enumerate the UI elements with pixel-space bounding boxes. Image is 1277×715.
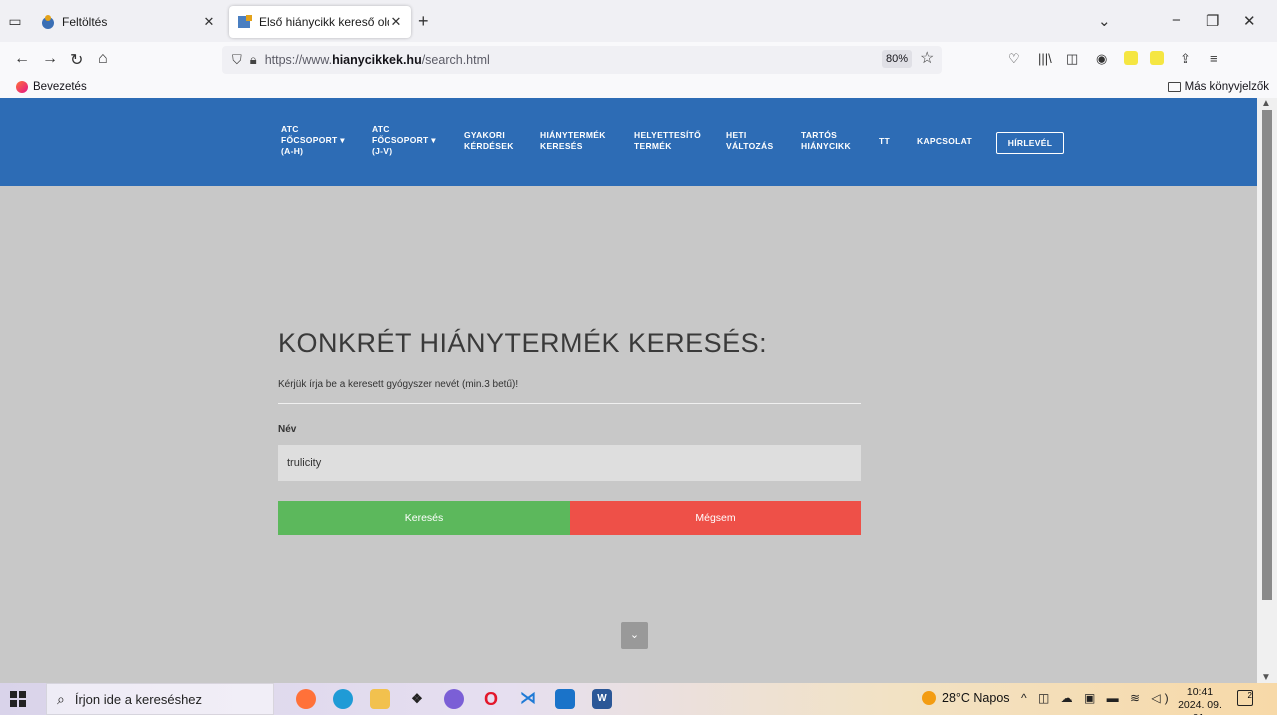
system-tray-icons[interactable]: ^ ◫ ☁ ▣ ▬ ≋ ◁) [1021, 691, 1173, 705]
name-input[interactable] [278, 445, 861, 481]
url-prefix: https://www. [264, 53, 333, 67]
home-icon[interactable]: ⌂ [98, 50, 108, 68]
divider [278, 403, 861, 404]
lock-icon[interactable]: 🔒︎ [250, 52, 257, 68]
menu-shortage-search[interactable]: HIÁNYTERMÉK KERESÉS [540, 130, 606, 152]
menu-atc-j-v[interactable]: ATC FŐCSOPORT ▾ (J-V) [372, 124, 436, 157]
taskbar-search-placeholder: Írjon ide a kereséshez [74, 691, 203, 707]
account-icon[interactable]: ◉ [1096, 51, 1107, 67]
site-header: ATC FŐCSOPORT ▾ (A-H) ATC FŐCSOPORT ▾ (J… [0, 98, 1257, 186]
page-favicon-icon [238, 15, 252, 28]
shield-icon[interactable]: ⛉ [232, 52, 242, 68]
browser-nav-bar: ← → ↻ ⌂ ⛉ 🔒︎ https://www. hianycikkek.hu… [0, 42, 1277, 78]
opera-icon[interactable]: O [481, 689, 501, 709]
mail-icon[interactable] [555, 689, 575, 709]
vscode-icon[interactable]: ⋊ [518, 689, 538, 709]
search-icon: ⌕ [57, 690, 65, 707]
tab-hianycikk[interactable]: Első hiánycikk kereső oldal ✕ [229, 6, 411, 38]
weather-widget[interactable]: 28°C Napos [922, 691, 1010, 705]
menu-faq[interactable]: GYAKORI KÉRDÉSEK [464, 130, 514, 152]
site-favicon-icon [42, 15, 54, 29]
menu-long-term-shortage[interactable]: TARTÓS HIÁNYCIKK [801, 130, 851, 152]
tab-feltoltes[interactable]: Feltöltés ✕ [32, 6, 224, 38]
bookmark-bevezetes[interactable]: Bevezetés [16, 81, 87, 93]
close-window-icon[interactable]: ✕ [1243, 12, 1256, 30]
windows-taskbar: ⌕ Írjon ide a kereséshez ❖ O ⋊ W 28°C Na… [0, 683, 1277, 715]
menu-hamburger-icon[interactable]: ≡ [1210, 51, 1218, 66]
pocket-icon[interactable]: ♡ [1008, 51, 1020, 67]
tab-label: Első hiánycikk kereső oldal [259, 15, 389, 29]
folder-icon [1167, 82, 1181, 92]
other-bookmarks[interactable]: Más könyvjelzők [1167, 81, 1269, 93]
menu-substitute-product[interactable]: HELYETTESÍTŐ TERMÉK [634, 130, 701, 152]
firefox-app-icon[interactable] [296, 689, 316, 709]
scroll-down-icon[interactable]: ⌄ [621, 622, 648, 649]
bookmark-label: Bevezetés [33, 81, 87, 93]
menu-contact[interactable]: KAPCSOLAT [917, 136, 972, 147]
dropbox-icon[interactable]: ❖ [407, 689, 427, 709]
weather-text: 28°C Napos [942, 691, 1010, 705]
taskbar-search[interactable]: ⌕ Írjon ide a kereséshez [46, 683, 274, 715]
browser-tab-bar: ▭ Feltöltés ✕ Első hiánycikk kereső olda… [0, 0, 1277, 42]
menu-atc-a-h[interactable]: ATC FŐCSOPORT ▾ (A-H) [281, 124, 345, 157]
firefox-icon [16, 81, 28, 93]
word-icon[interactable]: W [592, 689, 612, 709]
name-label: Név [278, 424, 297, 435]
tab-close-icon[interactable]: ✕ [202, 14, 216, 30]
chevron-down-icon[interactable]: ⌄ [1098, 12, 1111, 30]
extension-search-icon[interactable] [1124, 51, 1138, 65]
new-tab-button[interactable]: + [418, 11, 429, 32]
forward-icon[interactable]: → [42, 50, 58, 68]
menu-weekly-change[interactable]: HETI VÁLTOZÁS [726, 130, 773, 152]
minimize-icon[interactable]: − [1172, 12, 1181, 29]
tab-list-icon[interactable]: ▭ [6, 12, 24, 30]
tab-label: Feltöltés [62, 15, 108, 29]
reload-icon[interactable]: ↻ [70, 50, 83, 70]
clock-time: 10:41 [1186, 686, 1214, 698]
extension-icon[interactable] [1150, 51, 1164, 65]
url-bar[interactable]: ⛉ 🔒︎ https://www. hianycikkek.hu /search… [222, 46, 942, 74]
page-content: ATC FŐCSOPORT ▾ (A-H) ATC FŐCSOPORT ▾ (J… [0, 98, 1257, 683]
edge-app-icon[interactable] [333, 689, 353, 709]
sidebar-icon[interactable]: ◫ [1066, 51, 1078, 67]
clock-date: 2024. 09. 01. [1178, 699, 1222, 715]
file-explorer-icon[interactable] [370, 689, 390, 709]
notification-icon[interactable]: 2 [1237, 690, 1253, 706]
other-bookmarks-label: Más könyvjelzők [1184, 81, 1269, 93]
scroll-thumb[interactable] [1262, 110, 1272, 600]
url-host: hianycikkek.hu [332, 53, 422, 67]
scroll-up-arrow-icon[interactable]: ▲ [1261, 98, 1271, 109]
page-scrollbar[interactable]: ▲ ▼ [1257, 98, 1277, 683]
notification-count: 2 [1247, 691, 1252, 700]
page-title: KONKRÉT HIÁNYTERMÉK KERESÉS: [278, 328, 768, 358]
zoom-level-button[interactable]: 80% [882, 50, 912, 68]
windows-start-icon[interactable] [10, 691, 26, 707]
url-path: /search.html [421, 53, 490, 67]
search-hint: Kérjük írja be a keresett gyógyszer nevé… [278, 379, 519, 390]
cancel-button[interactable]: Mégsem [570, 501, 861, 535]
search-button[interactable]: Keresés [278, 501, 570, 535]
office-icon[interactable] [444, 689, 464, 709]
taskbar-clock[interactable]: 10:41 2024. 09. 01. [1175, 686, 1225, 715]
bookmark-star-icon[interactable]: ☆ [920, 48, 934, 68]
weather-sun-icon [922, 691, 936, 705]
back-icon[interactable]: ← [14, 50, 30, 68]
scroll-down-arrow-icon[interactable]: ▼ [1261, 672, 1271, 683]
restore-icon[interactable]: ❐ [1206, 12, 1219, 30]
tab-close-icon[interactable]: ✕ [389, 14, 403, 30]
share-icon[interactable]: ⇪ [1180, 51, 1191, 67]
library-icon[interactable]: |||\ [1038, 51, 1052, 66]
bookmarks-bar: Bevezetés Más könyvjelzők [0, 78, 1277, 98]
menu-tt[interactable]: TT [879, 136, 890, 147]
newsletter-button[interactable]: HÍRLEVÉL [996, 132, 1064, 154]
